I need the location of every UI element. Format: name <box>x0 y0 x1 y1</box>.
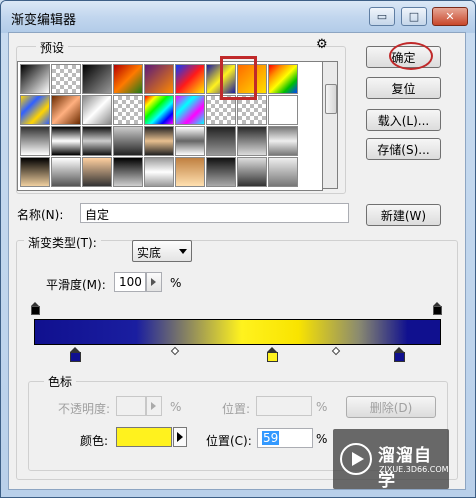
opacity-stop-left[interactable] <box>31 302 40 317</box>
preset-swatch[interactable] <box>144 126 174 156</box>
name-input[interactable]: 自定 <box>80 203 349 223</box>
preset-swatch[interactable] <box>113 95 143 125</box>
color-picker-button[interactable] <box>173 427 187 447</box>
load-button[interactable]: 载入(L)... <box>366 109 441 131</box>
color-position-input[interactable]: 59 <box>257 428 313 448</box>
preset-swatch-grid <box>17 61 323 191</box>
opacity-position-input[interactable] <box>256 396 312 416</box>
preset-swatch[interactable] <box>113 157 143 187</box>
preset-swatch[interactable] <box>82 95 112 125</box>
preset-swatch[interactable] <box>82 157 112 187</box>
stop-color-swatch[interactable] <box>116 427 172 447</box>
preset-swatch[interactable] <box>237 157 267 187</box>
gradient-type-label: 渐变类型(T): <box>24 234 101 251</box>
opacity-label: 不透明度: <box>58 402 111 416</box>
preset-swatch[interactable] <box>20 157 50 187</box>
preset-swatch[interactable] <box>175 64 205 94</box>
reset-button[interactable]: 复位 <box>366 77 441 99</box>
color-stop-blue-left[interactable] <box>70 347 81 363</box>
maximize-icon: □ <box>408 10 420 23</box>
preset-swatch[interactable] <box>20 126 50 156</box>
color-position-value: 59 <box>262 431 280 445</box>
name-label: 名称(N): <box>17 208 64 222</box>
preset-swatch[interactable] <box>113 64 143 94</box>
preset-swatch[interactable] <box>51 95 81 125</box>
preset-swatch[interactable] <box>175 126 205 156</box>
preset-swatch[interactable] <box>175 157 205 187</box>
smoothness-unit: % <box>170 276 182 290</box>
presets-label: 预设 <box>36 39 69 56</box>
preset-swatch[interactable] <box>144 64 174 94</box>
preset-swatch[interactable] <box>206 126 236 156</box>
preset-swatch[interactable] <box>51 126 81 156</box>
smoothness-stepper[interactable] <box>146 272 162 292</box>
window-title: 渐变编辑器 <box>11 13 77 28</box>
preset-swatch[interactable] <box>206 157 236 187</box>
opacity-position-unit: % <box>316 400 328 414</box>
close-icon: ✕ <box>445 10 455 23</box>
delete-button[interactable]: 删除(D) <box>346 396 436 418</box>
play-logo-icon <box>340 443 372 475</box>
chevron-down-icon <box>179 249 187 254</box>
preset-swatch[interactable] <box>144 157 174 187</box>
gradient-type-value: 实底 <box>137 246 162 260</box>
color-stop-yellow[interactable] <box>267 347 278 363</box>
chevron-right-icon <box>151 402 156 410</box>
color-position-label: 位置(C): <box>206 434 252 448</box>
opacity-stepper[interactable] <box>146 396 162 416</box>
smoothness-label: 平滑度(M): <box>46 278 106 292</box>
smoothness-input[interactable]: 100 <box>114 272 146 292</box>
presets-menu-icon[interactable]: ⚙ <box>316 37 328 52</box>
title-bar[interactable]: 渐变编辑器 ▭ □ ✕ <box>1 1 475 33</box>
opacity-input[interactable] <box>116 396 146 416</box>
color-stop-blue-right[interactable] <box>394 347 405 363</box>
new-button[interactable]: 新建(W) <box>366 204 441 226</box>
chevron-right-icon <box>151 278 156 286</box>
preset-swatch[interactable] <box>237 126 267 156</box>
color-label: 颜色: <box>80 434 109 448</box>
preset-swatch[interactable] <box>51 157 81 187</box>
opacity-position-label: 位置: <box>222 402 251 416</box>
preset-swatch[interactable] <box>20 64 50 94</box>
gradient-preview-bar[interactable] <box>34 319 441 345</box>
close-button[interactable]: ✕ <box>432 7 468 26</box>
watermark-subtitle: ZIXUE.3D66.COM <box>379 465 449 474</box>
save-button[interactable]: 存储(S)... <box>366 138 441 160</box>
preset-swatch[interactable] <box>144 95 174 125</box>
preset-swatch[interactable] <box>82 64 112 94</box>
gradient-type-select[interactable]: 实底 <box>132 240 192 262</box>
preset-swatch[interactable] <box>175 95 205 125</box>
ok-button-highlight <box>389 42 433 70</box>
triangle-right-icon <box>177 432 183 442</box>
preset-swatch[interactable] <box>113 126 143 156</box>
scrollbar-thumb[interactable] <box>325 84 337 114</box>
preset-swatch[interactable] <box>268 157 298 187</box>
preset-swatch[interactable] <box>268 126 298 156</box>
opacity-unit: % <box>170 400 182 414</box>
presets-scrollbar[interactable] <box>322 61 338 189</box>
minimize-button[interactable]: ▭ <box>369 7 395 26</box>
watermark: 溜溜自学 ZIXUE.3D66.COM <box>333 429 449 491</box>
maximize-button[interactable]: □ <box>401 7 427 26</box>
preset-swatch[interactable] <box>51 64 81 94</box>
preset-swatch[interactable] <box>20 95 50 125</box>
minimize-icon: ▭ <box>376 10 388 23</box>
opacity-stop-right[interactable] <box>433 302 442 317</box>
preset-swatch[interactable] <box>268 95 298 125</box>
preset-swatch[interactable] <box>268 64 298 94</box>
color-stops-label: 色标 <box>44 373 77 390</box>
preset-swatch[interactable] <box>82 126 112 156</box>
selected-preset-highlight <box>220 56 257 100</box>
color-position-unit: % <box>316 432 328 446</box>
